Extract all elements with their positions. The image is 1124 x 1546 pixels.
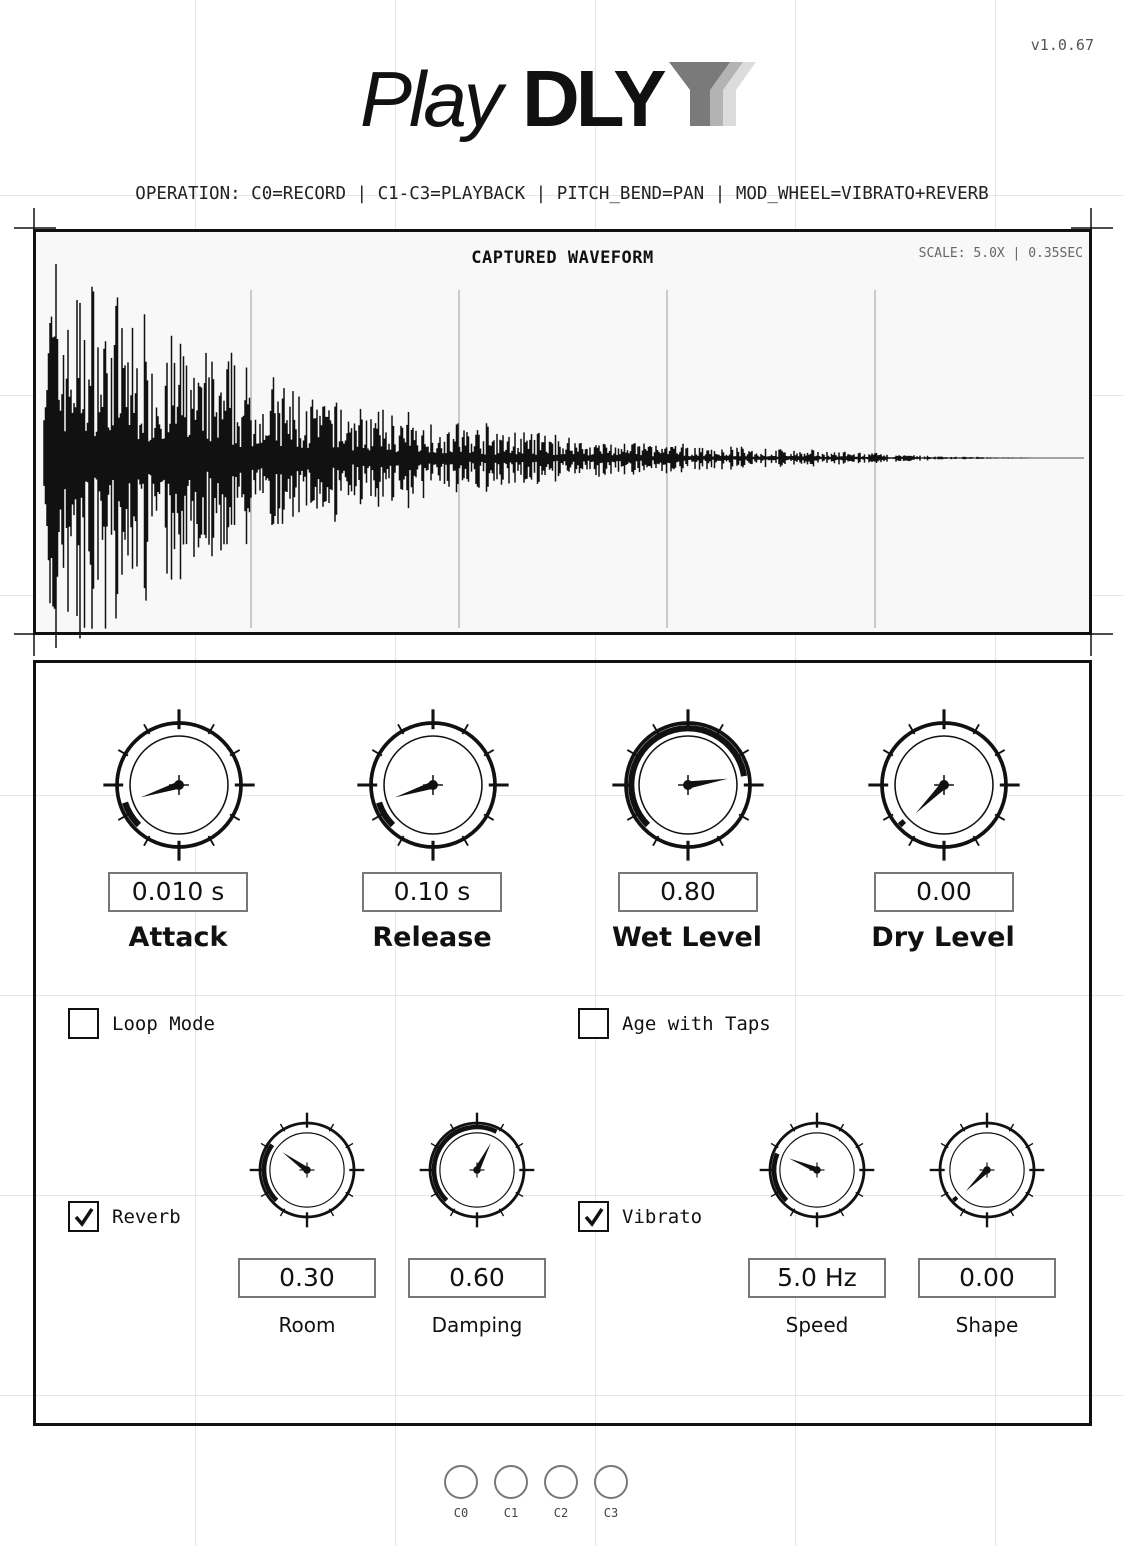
loop-mode-toggle[interactable]: Loop Mode (68, 1008, 215, 1039)
loop-mode-label: Loop Mode (112, 1012, 215, 1035)
shape-label: Shape (955, 1313, 1019, 1337)
reverb-checkbox[interactable] (68, 1201, 99, 1232)
attack-label: Attack (128, 922, 228, 953)
age-with-taps-label: Age with Taps (622, 1012, 771, 1035)
pad-c1[interactable]: C1 (494, 1465, 528, 1520)
waveform-plot (43, 264, 1084, 648)
pad-c2-label: C2 (553, 1506, 569, 1520)
loop-mode-checkbox[interactable] (68, 1008, 99, 1039)
vibrato-label: Vibrato (622, 1205, 703, 1228)
damping-knob[interactable] (416, 1109, 538, 1231)
svg-text:DLY: DLY (522, 54, 666, 143)
reverb-toggle[interactable]: Reverb (68, 1201, 181, 1232)
age-with-taps-checkbox[interactable] (578, 1008, 609, 1039)
pad-c1-indicator[interactable] (494, 1465, 528, 1499)
checkmark-icon (74, 1207, 93, 1227)
svg-text:Play: Play (360, 55, 507, 143)
operation-hint: OPERATION: C0=RECORD | C1-C3=PLAYBACK | … (135, 184, 989, 204)
pad-c3-label: C3 (603, 1506, 619, 1520)
speed-knob[interactable] (756, 1109, 878, 1231)
wet-level-knob[interactable] (608, 705, 768, 865)
shape-knob[interactable] (926, 1109, 1048, 1231)
waveform-display[interactable]: CAPTURED WAVEFORM SCALE: 5.0X | 0.35SEC (33, 229, 1092, 648)
room-value-field[interactable]: 0.30 (238, 1258, 376, 1298)
pad-c3-indicator[interactable] (594, 1465, 628, 1499)
release-label: Release (372, 922, 492, 953)
pad-c0-indicator[interactable] (444, 1465, 478, 1499)
vibrato-toggle[interactable]: Vibrato (578, 1201, 702, 1232)
midi-pad-row: C0 C1 C2 C3 (444, 1465, 628, 1520)
attack-knob[interactable] (99, 705, 259, 865)
speed-value-field[interactable]: 5.0 Hz (748, 1258, 886, 1298)
waveform-scale-readout: SCALE: 5.0X | 0.35SEC (918, 246, 1083, 261)
pad-c2[interactable]: C2 (544, 1465, 578, 1520)
dry-level-value-field[interactable]: 0.00 (874, 872, 1014, 912)
version-label: v1.0.67 (1030, 36, 1094, 54)
shape-value-field[interactable]: 0.00 (918, 1258, 1056, 1298)
reverb-label: Reverb (112, 1205, 181, 1228)
pad-c3[interactable]: C3 (594, 1465, 628, 1520)
pad-c0-label: C0 (453, 1506, 469, 1520)
attack-value-field[interactable]: 0.010 s (108, 872, 248, 912)
release-value-field[interactable]: 0.10 s (362, 872, 502, 912)
release-knob[interactable] (353, 705, 513, 865)
dry-level-knob[interactable] (864, 705, 1024, 865)
room-knob[interactable] (246, 1109, 368, 1231)
pad-c2-indicator[interactable] (544, 1465, 578, 1499)
age-with-taps-toggle[interactable]: Age with Taps (578, 1008, 771, 1039)
damping-label: Damping (431, 1313, 523, 1337)
wet-level-label: Wet Level (611, 922, 763, 953)
pad-c1-label: C1 (503, 1506, 519, 1520)
playdly-logo: Play DLY (360, 54, 756, 143)
vibrato-checkbox[interactable] (578, 1201, 609, 1232)
wet-level-value-field[interactable]: 0.80 (618, 872, 758, 912)
pad-c0[interactable]: C0 (444, 1465, 478, 1520)
damping-value-field[interactable]: 0.60 (408, 1258, 546, 1298)
dry-level-label: Dry Level (871, 922, 1015, 953)
checkmark-icon (584, 1207, 603, 1227)
